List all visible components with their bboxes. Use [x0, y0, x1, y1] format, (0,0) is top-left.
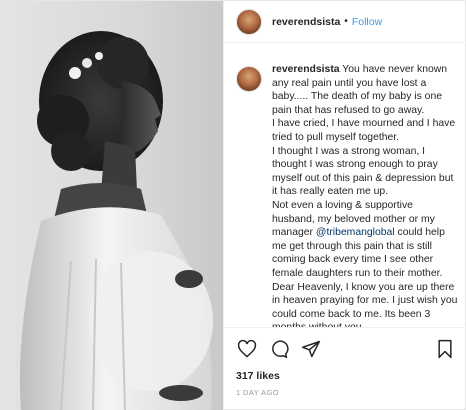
separator-dot: •: [344, 16, 348, 27]
caption-username[interactable]: reverendsista: [272, 64, 340, 75]
likes-count[interactable]: 317 likes: [236, 370, 456, 382]
like-button[interactable]: [236, 338, 258, 360]
post-header: reverendsista • Follow: [224, 1, 466, 43]
comment-button[interactable]: [268, 338, 290, 360]
caption-body-part-2: could help me get through this pain that…: [272, 227, 458, 327]
post-actions: 317 likes 1 DAY AGO: [224, 327, 466, 410]
instagram-post: reverendsista • Follow reverendsista You…: [0, 0, 466, 410]
share-icon: [301, 340, 321, 358]
comment-icon: [272, 340, 289, 359]
maternity-portrait-image: [19, 31, 213, 410]
post-photo[interactable]: [1, 1, 223, 410]
save-button[interactable]: [434, 338, 456, 360]
caption-body-part-1: You have never known any real pain until…: [272, 64, 456, 239]
follow-button[interactable]: Follow: [352, 16, 382, 28]
share-button[interactable]: [300, 338, 322, 360]
avatar[interactable]: [236, 8, 262, 35]
bookmark-icon: [438, 339, 452, 359]
mention-link[interactable]: @tribemanglobal: [316, 227, 395, 238]
caption-text: reverendsista You have never known any r…: [272, 63, 458, 327]
post-timestamp[interactable]: 1 DAY AGO: [236, 388, 456, 397]
post-side-panel: reverendsista • Follow reverendsista You…: [223, 1, 466, 410]
header-username[interactable]: reverendsista: [272, 16, 340, 28]
comments-area: reverendsista You have never known any r…: [224, 43, 466, 327]
caption-avatar[interactable]: [236, 66, 262, 92]
heart-icon: [237, 339, 257, 358]
action-icons: [236, 336, 456, 362]
